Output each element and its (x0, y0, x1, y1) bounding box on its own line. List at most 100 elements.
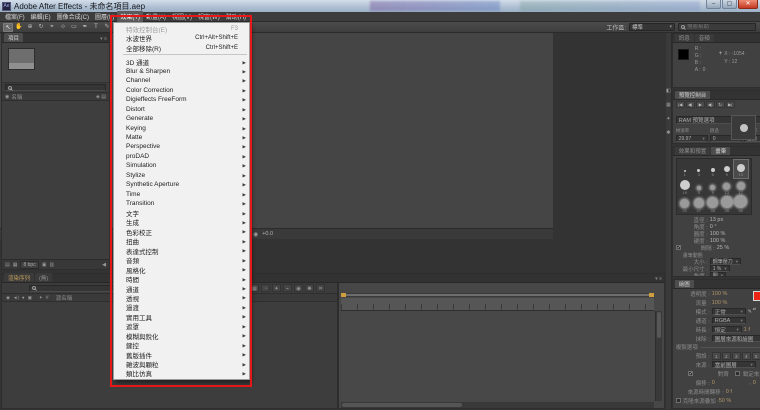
channels-select[interactable]: RGBA (712, 317, 746, 324)
brush-property-value[interactable]: 0 ° (710, 224, 717, 230)
effects-menu-item[interactable]: proDAD (114, 152, 249, 161)
eye-icon[interactable]: ◉ (6, 295, 10, 301)
transport-button[interactable]: ↻ (716, 101, 725, 108)
brush-preset[interactable]: 13 (734, 160, 748, 178)
close-button[interactable]: ✕ (738, 0, 758, 9)
effects-menu-item[interactable]: 鍵控 (114, 340, 249, 349)
tool-button[interactable]: ↖ (3, 23, 13, 32)
clone-overlay-value[interactable]: 50 % (719, 398, 732, 404)
help-search-input[interactable] (687, 24, 753, 30)
effects-menu-item[interactable]: Generate (114, 114, 249, 123)
lock-source-time-checkbox[interactable] (735, 371, 740, 376)
swap-colors-icon[interactable]: ⇄ (753, 306, 756, 311)
timeline-vertical-scrollbar[interactable] (655, 311, 662, 401)
tool-button[interactable]: ↻ (36, 23, 46, 32)
dock-panel-icon[interactable]: ▦ (666, 102, 671, 108)
effects-menu-item[interactable]: 時間 (114, 274, 249, 283)
eyedropper-icon[interactable]: ✎ (748, 309, 752, 315)
tab-paint[interactable]: 繪圖 (675, 279, 694, 288)
brush-preset[interactable]: 65 (734, 196, 748, 214)
timeline-switch-icon[interactable]: ▦ (250, 284, 259, 292)
effects-menu-item[interactable]: 遮罩 (114, 322, 249, 331)
effects-menu-item[interactable]: Keying (114, 123, 249, 132)
flow-value[interactable]: 100 % (712, 300, 728, 306)
scrollbar-thumb[interactable] (657, 312, 661, 338)
menubar-item[interactable]: 圖像合成(C) (54, 11, 92, 22)
tab-effects-presets[interactable]: 效果和預置 (675, 146, 711, 155)
effects-menu-item[interactable]: Color Correction (114, 86, 249, 95)
scrollbar-thumb[interactable] (342, 403, 462, 407)
audio-icon[interactable]: ◄) (13, 295, 19, 300)
erase-select[interactable]: 圖層來源和繪圖 (712, 335, 760, 342)
offset-y-value[interactable]: 0 (753, 380, 756, 386)
tool-button[interactable]: ▭ (69, 23, 79, 32)
effects-menu-item[interactable]: 音頻 (114, 256, 249, 265)
transport-button[interactable]: |◀ (676, 101, 685, 108)
dynamics-select[interactable]: 1 % (710, 265, 730, 272)
info-tab[interactable]: 音頻 (695, 33, 714, 42)
brush-preset[interactable]: 27 (692, 196, 706, 214)
clone-preset-button[interactable]: 5 (752, 352, 760, 360)
project-bit-depth[interactable]: 8 bpc (20, 261, 38, 269)
effects-menu-item[interactable]: Channel (114, 76, 249, 85)
tab-brushes[interactable]: 畫筆 (711, 146, 730, 155)
brush-preset[interactable]: 1 (678, 160, 692, 178)
transport-button[interactable]: ▶ (696, 101, 705, 108)
offset-x-value[interactable]: 0 (712, 380, 715, 386)
timeline-switch-icon[interactable]: ◔ (261, 284, 270, 292)
brush-preset[interactable]: 5 (706, 160, 720, 178)
menubar-item[interactable]: 動畫(A) (143, 11, 169, 22)
menubar-item[interactable]: 視窗(W) (195, 11, 223, 22)
transport-button[interactable]: ◀) (706, 101, 715, 108)
duration-select[interactable]: 恒定 (712, 326, 742, 333)
dock-panel-icon[interactable]: ◧ (666, 88, 671, 94)
work-area-bar[interactable] (341, 293, 654, 297)
dynamics-select[interactable]: 鋼筆壓力 (710, 258, 741, 265)
effects-menu-item[interactable]: 特效控制台(E) F3 (114, 24, 249, 33)
solo-icon[interactable]: ● (22, 295, 25, 300)
timeline-switch-icon[interactable]: ✺ (305, 284, 314, 292)
lock-icon[interactable]: ▣ (28, 295, 32, 301)
new-composition-icon[interactable]: ▣ (42, 262, 47, 268)
timeline-switch-icon[interactable]: ✦ (272, 284, 281, 292)
brush-preset[interactable]: 5 (692, 178, 706, 196)
name-column-header[interactable]: 名稱 (11, 93, 22, 101)
brush-preset[interactable]: 9 (706, 178, 720, 196)
brush-preset[interactable]: 35 (706, 196, 720, 214)
menubar-item[interactable]: 編輯(E) (28, 11, 54, 22)
foreground-color-swatch[interactable] (753, 291, 760, 301)
dynamics-select[interactable]: 關 (710, 272, 726, 277)
effects-menu-item[interactable]: 3D 通道 (114, 57, 249, 66)
brush-preset[interactable]: 45 (720, 196, 734, 214)
menubar-item[interactable]: 視圖(V) (169, 11, 195, 22)
effects-menu-item[interactable]: Transition (114, 199, 249, 208)
info-tab[interactable]: 訊息 (675, 33, 694, 42)
clone-preset-button[interactable]: 2 (722, 352, 731, 360)
menubar-item[interactable]: 圖層(L) (92, 11, 117, 22)
effects-menu-item[interactable]: Synthetic Aperture (114, 180, 249, 189)
menubar-item[interactable]: 效果(T) (117, 11, 143, 22)
project-search-field[interactable] (5, 84, 106, 91)
effects-menu-item[interactable]: 色彩校正 (114, 227, 249, 236)
aligned-checkbox[interactable] (688, 371, 693, 376)
effects-menu-item[interactable]: 模糊與銳化 (114, 331, 249, 340)
transport-button[interactable]: ▶| (726, 101, 735, 108)
clone-overlay-checkbox[interactable] (676, 398, 681, 403)
effects-menu-item[interactable]: Matte (114, 133, 249, 142)
effects-menu-item[interactable]: Perspective (114, 142, 249, 151)
effects-menu-item[interactable]: 生成 (114, 218, 249, 227)
timeline-tab[interactable]: (無) (35, 273, 52, 282)
collapse-icon[interactable]: ◀ (102, 262, 106, 268)
time-ruler[interactable] (341, 298, 654, 311)
exposure-value[interactable]: +0.0 (262, 231, 273, 237)
tool-button[interactable]: ✎ (102, 23, 112, 32)
transport-button[interactable]: ◀| (686, 101, 695, 108)
brush-property-value[interactable]: 100 % (710, 231, 726, 237)
effects-menu-item[interactable]: 類比仿真 (114, 369, 249, 378)
brush-preset[interactable]: 17 (734, 178, 748, 196)
timeline-horizontal-scrollbar[interactable] (341, 402, 654, 408)
interpret-footage-icon[interactable]: ▤ (5, 262, 10, 268)
checkbox[interactable] (676, 245, 681, 250)
effects-menu-item[interactable]: 通道 (114, 284, 249, 293)
effects-menu-item[interactable]: 舊版插件 (114, 350, 249, 359)
